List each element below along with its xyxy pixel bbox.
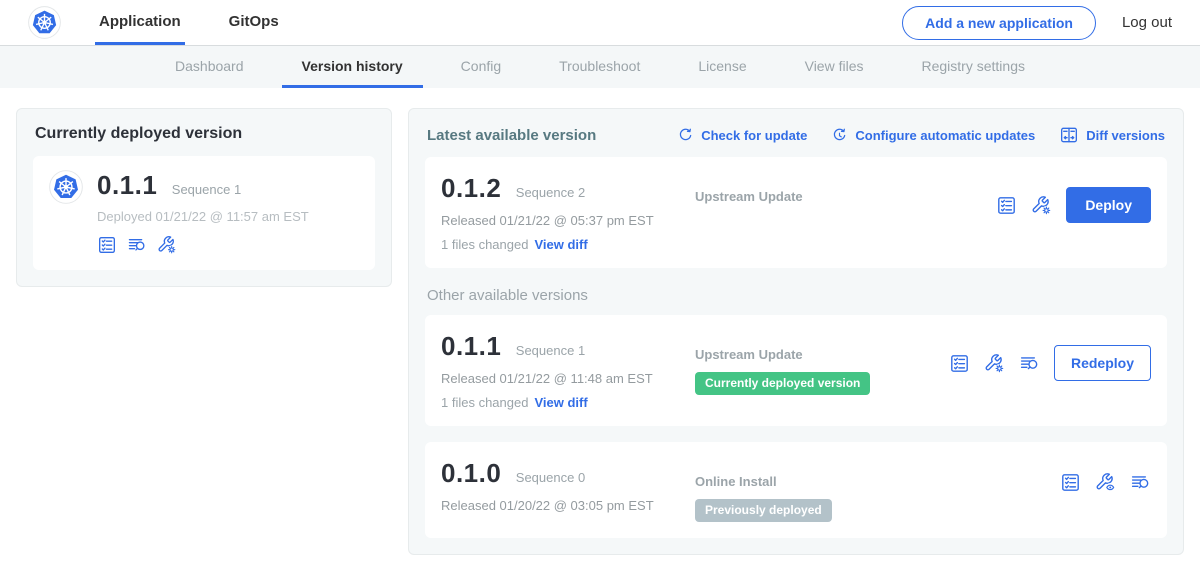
schedule-update-icon	[831, 127, 848, 144]
files-changed-label: 1 files changed	[441, 395, 528, 410]
view-config-icon[interactable]	[1095, 472, 1116, 493]
kubernetes-logo	[28, 0, 61, 45]
version-history-panel: Latest available version Check for updat…	[408, 108, 1184, 555]
sequence-label: Sequence 2	[516, 185, 585, 200]
refresh-icon	[677, 127, 694, 144]
header-tab-gitops[interactable]: GitOps	[225, 0, 283, 45]
view-diff-link[interactable]: View diff	[534, 237, 587, 252]
currently-deployed-card: 0.1.1 Sequence 1 Deployed 01/21/22 @ 11:…	[33, 156, 375, 270]
deployed-version-label: 0.1.1	[97, 170, 157, 200]
view-diff-link[interactable]: View diff	[534, 395, 587, 410]
currently-deployed-title: Currently deployed version	[35, 125, 373, 143]
version-label: 0.1.1	[441, 331, 501, 361]
preflight-checklist-icon[interactable]	[949, 353, 970, 374]
sequence-label: Sequence 0	[516, 470, 585, 485]
configure-automatic-updates-link[interactable]: Configure automatic updates	[831, 127, 1035, 144]
version-source-label: Upstream Update	[695, 189, 996, 204]
version-row-0-1-1: 0.1.1 Sequence 1 Released 01/21/22 @ 11:…	[425, 315, 1167, 426]
edit-config-icon[interactable]	[1031, 195, 1052, 216]
version-row-0-1-2: 0.1.2 Sequence 2 Released 01/21/22 @ 05:…	[425, 157, 1167, 268]
add-new-application-button[interactable]: Add a new application	[902, 6, 1096, 40]
currently-deployed-badge: Currently deployed version	[695, 372, 870, 395]
deployed-timestamp: Deployed 01/21/22 @ 11:57 am EST	[97, 209, 309, 224]
tab-registry-settings[interactable]: Registry settings	[902, 46, 1045, 88]
deploy-logs-icon[interactable]	[1019, 353, 1040, 374]
released-timestamp: Released 01/20/22 @ 03:05 pm EST	[441, 498, 695, 513]
diff-versions-icon	[1059, 125, 1079, 145]
deploy-logs-icon[interactable]	[1130, 472, 1151, 493]
tab-view-files[interactable]: View files	[785, 46, 884, 88]
deploy-logs-icon[interactable]	[127, 235, 147, 255]
version-source-label: Online Install	[695, 474, 1060, 489]
app-subnav: Dashboard Version history Config Trouble…	[0, 46, 1200, 88]
previously-deployed-badge: Previously deployed	[695, 499, 832, 522]
header-tab-application[interactable]: Application	[95, 0, 185, 45]
configure-automatic-updates-label: Configure automatic updates	[855, 128, 1035, 143]
kubernetes-logo	[49, 170, 83, 255]
redeploy-button[interactable]: Redeploy	[1054, 345, 1151, 381]
tab-troubleshoot[interactable]: Troubleshoot	[539, 46, 660, 88]
released-timestamp: Released 01/21/22 @ 11:48 am EST	[441, 371, 695, 386]
version-label: 0.1.2	[441, 173, 501, 203]
tab-dashboard[interactable]: Dashboard	[155, 46, 264, 88]
app-header: Application GitOps Add a new application…	[0, 0, 1200, 46]
check-for-update-label: Check for update	[701, 128, 807, 143]
preflight-checklist-icon[interactable]	[1060, 472, 1081, 493]
diff-versions-label: Diff versions	[1086, 128, 1165, 143]
diff-versions-link[interactable]: Diff versions	[1059, 125, 1165, 145]
tab-license[interactable]: License	[678, 46, 766, 88]
edit-config-icon[interactable]	[157, 235, 177, 255]
preflight-checklist-icon[interactable]	[97, 235, 117, 255]
files-changed-label: 1 files changed	[441, 237, 528, 252]
deploy-button[interactable]: Deploy	[1066, 187, 1151, 223]
version-row-0-1-0: 0.1.0 Sequence 0 Released 01/20/22 @ 03:…	[425, 442, 1167, 538]
released-timestamp: Released 01/21/22 @ 05:37 pm EST	[441, 213, 695, 228]
latest-available-title: Latest available version	[427, 127, 596, 144]
tab-version-history[interactable]: Version history	[282, 46, 423, 88]
other-available-title: Other available versions	[427, 287, 1165, 304]
check-for-update-link[interactable]: Check for update	[677, 127, 807, 144]
edit-config-icon[interactable]	[984, 353, 1005, 374]
preflight-checklist-icon[interactable]	[996, 195, 1017, 216]
logout-button[interactable]: Log out	[1122, 14, 1172, 31]
currently-deployed-panel: Currently deployed version 0.1.1 Sequenc…	[16, 108, 392, 287]
version-source-label: Upstream Update	[695, 347, 949, 362]
deployed-sequence-label: Sequence 1	[172, 182, 241, 197]
sequence-label: Sequence 1	[516, 343, 585, 358]
version-label: 0.1.0	[441, 458, 501, 488]
tab-config[interactable]: Config	[441, 46, 521, 88]
